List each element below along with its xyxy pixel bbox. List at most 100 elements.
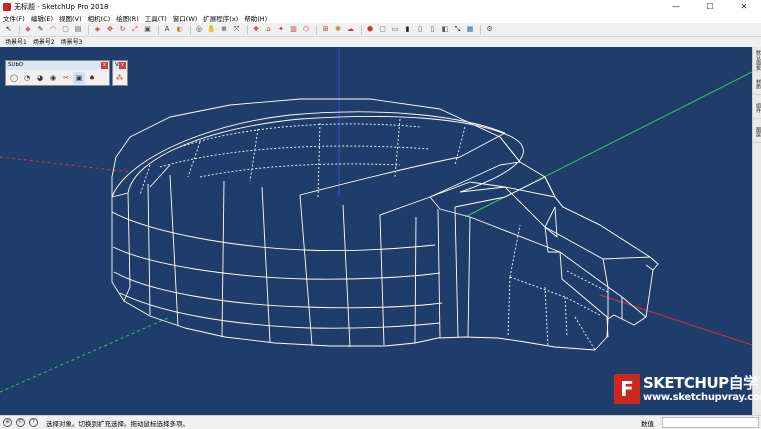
- pan-icon[interactable]: ✋: [206, 24, 217, 35]
- measurements-input[interactable]: [662, 417, 759, 428]
- vertex-toolbar-buttons: ⁂: [113, 70, 127, 86]
- move-icon[interactable]: ✥: [105, 24, 116, 35]
- credits-icon[interactable]: ©: [16, 418, 25, 427]
- pushpull-icon[interactable]: ▤: [73, 24, 84, 35]
- vertex-tools-icon[interactable]: ⁂: [115, 72, 124, 84]
- front-view-icon[interactable]: ▭: [390, 24, 401, 35]
- select-icon[interactable]: ↖: [3, 24, 14, 35]
- window-controls: — ☐ ✕: [659, 0, 761, 13]
- right-view-icon[interactable]: ▮: [402, 24, 413, 35]
- tab-scene-2[interactable]: 场景号2: [31, 38, 57, 47]
- xray-icon[interactable]: ◧: [440, 24, 451, 35]
- vertex-toolbar[interactable]: V.. x ⁂: [112, 60, 128, 86]
- orbit-icon[interactable]: ◎: [194, 24, 205, 35]
- iso-view-icon[interactable]: ⬢: [365, 24, 376, 35]
- subd-smooth-icon[interactable]: ◔: [21, 72, 33, 84]
- maximize-button[interactable]: ☐: [693, 0, 727, 13]
- subd-toolbar-header[interactable]: SUbD x: [6, 61, 109, 70]
- watermark-brand: SKETCHUP自学: [643, 374, 758, 392]
- minimize-button[interactable]: —: [659, 0, 693, 13]
- menu-view[interactable]: 视图(V): [59, 13, 82, 23]
- grid-icon[interactable]: ▦: [465, 24, 476, 35]
- rotate-icon[interactable]: ↻: [117, 24, 128, 35]
- subd-toolbar[interactable]: SUbD x ◯ ◔ ◕ ◉ ✂ ▣ ♠: [5, 60, 110, 86]
- model-canvas[interactable]: [0, 47, 752, 415]
- pencil-icon[interactable]: ✎: [35, 24, 46, 35]
- menu-window[interactable]: 窗口(W): [173, 13, 198, 23]
- fog-icon[interactable]: ☁: [345, 24, 356, 35]
- subd-toolbar-title: SUbD: [8, 62, 24, 68]
- window-title: 无标题 - SketchUp Pro 2018: [14, 2, 109, 11]
- menu-tools[interactable]: 工具(T): [145, 13, 167, 23]
- toolbar-separator: [18, 24, 20, 35]
- arc-icon[interactable]: ◠: [48, 24, 59, 35]
- perspective-icon[interactable]: ⤡: [452, 24, 463, 35]
- toolbar-separator: [189, 24, 191, 35]
- warehouse-icon[interactable]: ⌂: [263, 24, 274, 35]
- main-toolbar: ↖ ◆ ✎ ◠ ▢ ▤ ◈ ✥ ↻ ⤢ ▣ A ◐ ◎ ✋ ⊕ ⤧ ❖ ⌂ ✦ ▥ ⬡ ⊞ ✺ ☁ ⬢ ▢ ▭ ▮ ▯ ▯ ◧ ⤡ ▦ ⚙: [0, 23, 761, 37]
- red-axis-dashed-line: [0, 156, 131, 173]
- toolbar-separator: [157, 24, 159, 35]
- tray-tab-layers[interactable]: 图层: [753, 121, 761, 143]
- component-icon[interactable]: ❖: [251, 24, 262, 35]
- style-icon[interactable]: ⬡: [301, 24, 312, 35]
- eraser-icon[interactable]: ◆: [23, 24, 34, 35]
- text-icon[interactable]: A: [162, 24, 173, 35]
- close-button[interactable]: ✕: [727, 0, 761, 13]
- top-view-icon[interactable]: ▢: [377, 24, 388, 35]
- shadow-icon[interactable]: ✺: [333, 24, 344, 35]
- settings-icon[interactable]: ⚙: [484, 24, 495, 35]
- scene-tabs: 场景号1 场景号2 场景号3: [0, 37, 761, 47]
- shape-icon[interactable]: ▢: [60, 24, 71, 35]
- subd-paint-icon[interactable]: ♠: [86, 72, 98, 84]
- menu-bar: 文件(F) 编辑(E) 视图(V) 相机(C) 绘图(R) 工具(T) 窗口(W…: [0, 13, 761, 23]
- subd-knife-icon[interactable]: ✂: [60, 72, 72, 84]
- help-icon[interactable]: ?: [29, 418, 38, 427]
- vertex-toolbar-close-button[interactable]: x: [119, 62, 126, 69]
- drawing-viewport[interactable]: [0, 47, 752, 415]
- paint-icon[interactable]: ◐: [174, 24, 185, 35]
- zoom-icon[interactable]: ⊕: [219, 24, 230, 35]
- red-axis-line: [599, 294, 752, 346]
- default-tray: 默认面板 材质 组件 图层: [752, 47, 761, 415]
- watermark-logo: F: [614, 374, 640, 404]
- subd-vertex-icon[interactable]: ◉: [47, 72, 59, 84]
- subd-active-icon[interactable]: ▣: [73, 72, 85, 84]
- watermark-url: www.sketchupvray.com: [643, 392, 761, 403]
- back-view-icon[interactable]: ▯: [415, 24, 426, 35]
- section-icon[interactable]: ⊞: [320, 24, 331, 35]
- toolbar-separator: [88, 24, 89, 35]
- menu-help[interactable]: 帮助(H): [244, 13, 267, 23]
- toolbar-separator: [316, 24, 317, 35]
- left-view-icon[interactable]: ▯: [427, 24, 438, 35]
- tape-icon[interactable]: ▣: [142, 24, 153, 35]
- menu-edit[interactable]: 编辑(E): [31, 13, 53, 23]
- tray-tab-materials[interactable]: 材质: [753, 73, 761, 95]
- subd-cube-icon[interactable]: ◯: [8, 72, 20, 84]
- sketchup-watermark: F SKETCHUP自学 www.sketchupvray.com: [614, 372, 761, 408]
- tray-tab-components[interactable]: 组件: [753, 97, 761, 119]
- tab-scene-1[interactable]: 场景号1: [3, 38, 29, 47]
- menu-file[interactable]: 文件(F): [3, 13, 25, 23]
- scale-icon[interactable]: ⤢: [130, 24, 141, 35]
- offset-icon[interactable]: ◈: [92, 24, 103, 35]
- subd-toolbar-close-button[interactable]: x: [101, 62, 108, 69]
- tab-scene-3[interactable]: 场景号3: [59, 38, 85, 47]
- measurements-label: 数值: [641, 420, 654, 428]
- zoom-extents-icon[interactable]: ⤧: [231, 24, 242, 35]
- menu-camera[interactable]: 相机(C): [88, 13, 111, 23]
- sketchup-app-icon: [3, 2, 11, 11]
- toolbar-separator: [480, 24, 481, 35]
- layout-icon[interactable]: ▥: [288, 24, 299, 35]
- extension-icon[interactable]: ✦: [276, 24, 287, 35]
- subd-mesh-model: [111, 98, 659, 351]
- menu-draw[interactable]: 绘图(R): [116, 13, 139, 23]
- toolbar-separator: [360, 24, 362, 35]
- subd-crease-icon[interactable]: ◕: [34, 72, 46, 84]
- menu-extensions[interactable]: 扩展程序(x): [203, 13, 238, 23]
- geo-location-icon[interactable]: ⊕: [3, 418, 12, 427]
- green-axis-dashed-line: [0, 316, 171, 393]
- status-message: 选择对象。切换到扩充选择。拖动鼠标选择多项。: [46, 419, 189, 428]
- vertex-toolbar-header[interactable]: V.. x: [113, 61, 127, 70]
- tray-tab-default[interactable]: 默认面板: [753, 49, 761, 71]
